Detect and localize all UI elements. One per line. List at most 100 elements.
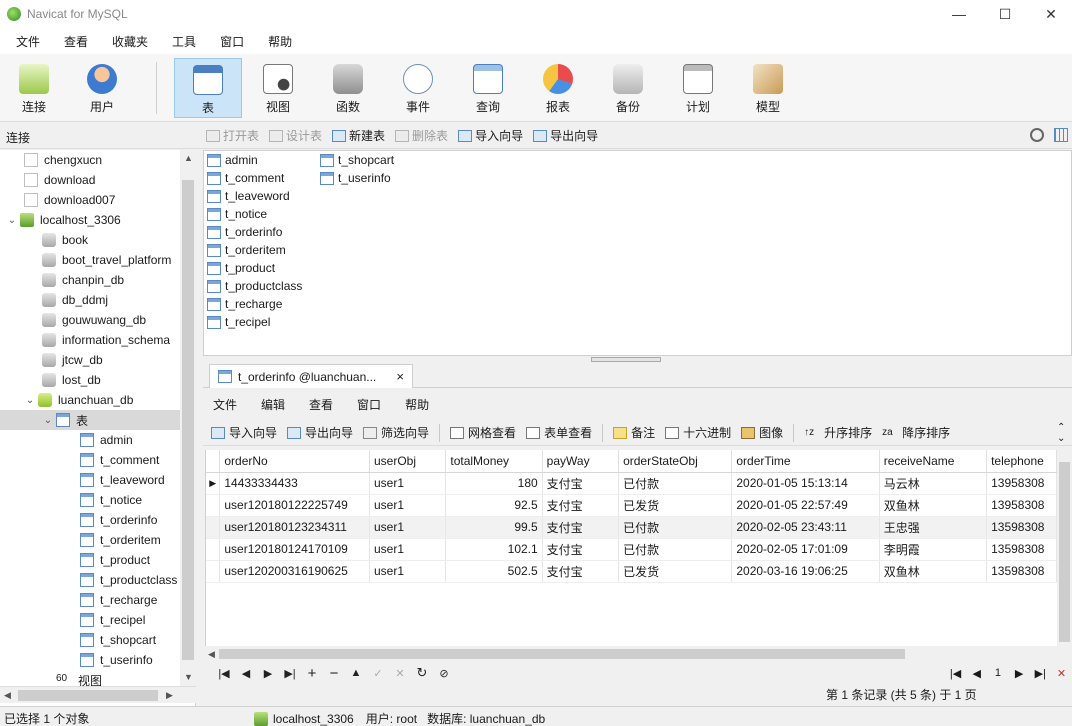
add-record-icon[interactable]: + <box>301 665 323 682</box>
toolbar-report-button[interactable]: 报表 <box>526 58 590 118</box>
toolbar-overflow-icon[interactable]: ⌃ ⌄ <box>1057 422 1065 444</box>
grid-cell[interactable]: user1 <box>369 560 447 583</box>
grid-cell[interactable]: 2020-01-05 15:13:14 <box>731 472 880 495</box>
inner-menu-window[interactable]: 窗口 <box>357 396 381 413</box>
grid-cell[interactable]: 支付宝 <box>542 516 620 539</box>
column-header[interactable]: telephone <box>986 450 1057 473</box>
toolbar-query-button[interactable]: 查询 <box>456 58 520 118</box>
toolbar-view-button[interactable]: 视图 <box>246 58 310 118</box>
form-view-button[interactable]: 表单查看 <box>526 424 592 441</box>
menu-view[interactable]: 查看 <box>52 33 100 50</box>
first-record-icon[interactable]: |◀ <box>213 667 235 680</box>
memo-button[interactable]: 备注 <box>613 424 655 441</box>
stop-icon[interactable]: ⊘ <box>433 667 455 680</box>
apply-icon[interactable]: ✓ <box>367 667 389 680</box>
table-row[interactable]: user120180123234311 user1 99.5 支付宝 已付款 2… <box>206 516 1057 539</box>
minimize-button[interactable]: — <box>936 0 982 28</box>
grid-cell[interactable]: 已付款 <box>618 472 733 495</box>
tree-table-item[interactable]: t_userinfo <box>80 650 153 670</box>
grid-cell[interactable]: user1 <box>369 494 447 517</box>
grid-cell[interactable]: 已付款 <box>618 516 733 539</box>
grid-cell[interactable]: 13598308 <box>986 560 1057 583</box>
grid-cell[interactable]: user120180122225749 <box>219 494 370 517</box>
object-table-item[interactable]: t_notice <box>207 205 267 223</box>
object-table-item[interactable]: t_productclass <box>207 277 302 295</box>
tree-horizontal-scrollbar[interactable]: ◀ ▶ <box>0 686 196 703</box>
hex-button[interactable]: 十六进制 <box>665 424 731 441</box>
object-table-item[interactable]: t_leaveword <box>207 187 290 205</box>
grid-cell[interactable]: 王忠强 <box>879 516 988 539</box>
tree-table-item[interactable]: t_orderinfo <box>80 510 157 530</box>
grid-cell[interactable]: 92.5 <box>445 494 543 517</box>
grid-cell[interactable]: 已发货 <box>618 494 733 517</box>
object-table-item[interactable]: t_orderitem <box>207 241 286 259</box>
scrollbar-thumb[interactable] <box>182 180 194 660</box>
tree-table-item[interactable]: t_productclass <box>80 570 177 590</box>
grid-cell[interactable]: user120180124170109 <box>219 538 370 561</box>
menu-file[interactable]: 文件 <box>4 33 52 50</box>
column-header[interactable]: totalMoney <box>445 450 543 473</box>
toolbar-user-button[interactable]: 用户 <box>70 58 134 118</box>
tree-item-localhost[interactable]: ⌄ localhost_3306 <box>6 210 121 230</box>
scroll-left-icon[interactable]: ◀ <box>4 690 11 701</box>
tree-table-item[interactable]: t_notice <box>80 490 142 510</box>
export-wizard-button[interactable]: 导出向导 <box>533 127 598 144</box>
grid-cell[interactable]: 2020-02-05 23:43:11 <box>731 516 880 539</box>
tree-table-item[interactable]: t_shopcart <box>80 630 156 650</box>
tree-table-item[interactable]: t_leaveword <box>80 470 165 490</box>
close-tab-icon[interactable]: × <box>396 369 404 384</box>
scroll-up-icon[interactable]: ▲ <box>184 153 193 163</box>
grid-cell[interactable]: 已付款 <box>618 538 733 561</box>
scrollbar-thumb[interactable] <box>18 690 158 701</box>
tree-table-item[interactable]: t_product <box>80 550 150 570</box>
last-page-icon[interactable]: ▶| <box>1030 667 1051 680</box>
up-icon[interactable]: ▲ <box>345 667 367 679</box>
grid-cell[interactable]: 13598308 <box>986 516 1057 539</box>
open-table-button[interactable]: 打开表 <box>206 127 259 144</box>
menu-tools[interactable]: 工具 <box>160 33 208 50</box>
table-row[interactable]: ▶ 14433334433 user1 180 支付宝 已付款 2020-01-… <box>206 472 1057 495</box>
column-header[interactable]: orderNo <box>219 450 370 473</box>
menu-help[interactable]: 帮助 <box>256 33 304 50</box>
grid-cell[interactable]: 13598308 <box>986 538 1057 561</box>
scroll-down-icon[interactable]: ▼ <box>184 672 193 682</box>
grid-cell[interactable]: 支付宝 <box>542 494 620 517</box>
object-table-item[interactable]: t_shopcart <box>320 151 394 169</box>
grid-cell[interactable]: 502.5 <box>445 560 543 583</box>
first-page-icon[interactable]: |◀ <box>945 667 966 680</box>
grid-cell[interactable]: 13958308 <box>986 472 1057 495</box>
table-row[interactable]: user120200316190625 user1 502.5 支付宝 已发货 … <box>206 560 1057 583</box>
tree-table-item[interactable]: t_recharge <box>80 590 157 610</box>
grid-cell[interactable]: user1 <box>369 472 447 495</box>
object-table-item[interactable]: t_product <box>207 259 275 277</box>
grid-cell[interactable]: 马云林 <box>879 472 988 495</box>
tools-icon[interactable]: ✕ <box>1051 667 1072 680</box>
object-table-item[interactable]: t_comment <box>207 169 284 187</box>
toolbar-event-button[interactable]: 事件 <box>386 58 450 118</box>
delete-table-button[interactable]: 删除表 <box>395 127 448 144</box>
design-table-button[interactable]: 设计表 <box>269 127 322 144</box>
object-table-item[interactable]: admin <box>207 151 258 169</box>
inner-import-button[interactable]: 导入向导 <box>211 424 277 441</box>
pane-splitter[interactable] <box>203 356 1072 364</box>
previous-page-icon[interactable]: ◀ <box>966 667 987 680</box>
column-header[interactable]: userObj <box>369 450 447 473</box>
inner-menu-edit[interactable]: 编辑 <box>261 396 285 413</box>
tree-db-item[interactable]: information_schema <box>42 330 170 350</box>
next-record-icon[interactable]: ▶ <box>257 667 279 680</box>
tree-db-item[interactable]: db_ddmj <box>42 290 108 310</box>
chevron-down-icon[interactable]: ⌄ <box>6 215 18 226</box>
inner-export-button[interactable]: 导出向导 <box>287 424 353 441</box>
grid-cell[interactable]: 双鱼林 <box>879 560 988 583</box>
next-page-icon[interactable]: ▶ <box>1009 667 1030 680</box>
chevron-down-icon[interactable]: ⌄ <box>24 395 36 406</box>
search-icon[interactable] <box>1030 128 1044 142</box>
grid-vertical-scrollbar[interactable] <box>1057 450 1072 646</box>
close-button[interactable]: ✕ <box>1028 0 1072 28</box>
cancel-icon[interactable]: ✕ <box>389 667 411 680</box>
splitter-grip[interactable] <box>591 357 661 362</box>
menu-favorites[interactable]: 收藏夹 <box>100 33 160 50</box>
grid-horizontal-scrollbar[interactable]: ◀ <box>205 646 1057 662</box>
sort-descending-button[interactable]: za 降序排序 <box>882 424 950 441</box>
last-record-icon[interactable]: ▶| <box>279 667 301 680</box>
